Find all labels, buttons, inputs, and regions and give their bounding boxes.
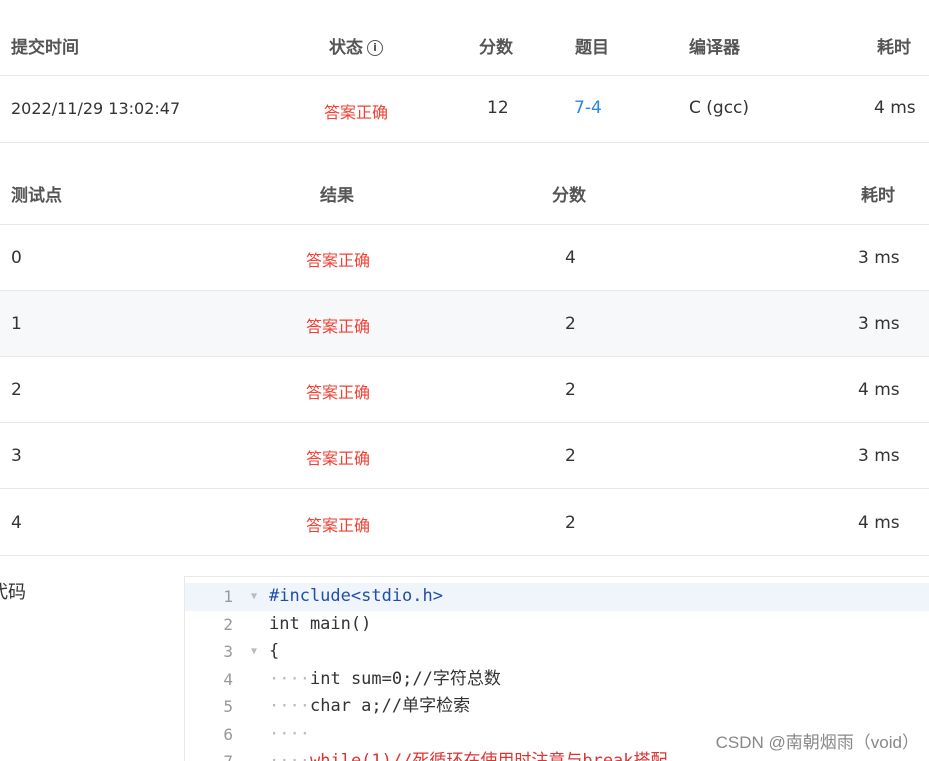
whitespace-dots: ···· — [269, 696, 310, 716]
table-row: 2 答案正确 2 4 ms — [0, 357, 929, 423]
code-text: char a;//单字检索 — [310, 696, 471, 716]
whitespace-dots: ···· — [269, 668, 310, 689]
test-score: 2 — [565, 314, 576, 334]
whitespace-dots: ···· — [269, 751, 310, 761]
table-row: 4 答案正确 2 4 ms — [0, 489, 929, 556]
header-problem: 题目 — [575, 38, 609, 58]
line-number: 2 — [223, 614, 233, 634]
table-row: 0 答案正确 4 3 ms — [0, 225, 929, 291]
test-result: 答案正确 — [306, 449, 371, 468]
code-line: 4 ···· int sum=0;//字符总数 — [185, 666, 929, 694]
test-point: 1 — [11, 314, 22, 334]
submission-header-row: 提交时间 状态 i 分数 题目 编译器 耗时 — [0, 0, 929, 76]
line-number: 6 — [223, 724, 233, 744]
code-line: 5 ···· char a;//单字检索 — [185, 693, 929, 721]
header-score: 分数 — [479, 38, 513, 58]
table-row: 1 答案正确 2 3 ms — [0, 291, 929, 357]
test-score: 4 — [565, 248, 576, 268]
fold-arrow-icon[interactable]: ▼ — [251, 583, 257, 611]
header-test-score: 分数 — [552, 186, 586, 206]
header-submit-time: 提交时间 — [11, 38, 79, 58]
test-point: 0 — [11, 248, 22, 268]
test-elapsed: 3 ms — [858, 248, 900, 268]
line-number: 5 — [223, 697, 233, 716]
test-result: 答案正确 — [306, 516, 371, 535]
line-number: 1 — [223, 587, 233, 606]
info-icon[interactable]: i — [367, 40, 383, 56]
code-line: 2 int main() — [185, 611, 929, 639]
test-point: 4 — [11, 513, 22, 533]
test-elapsed: 3 ms — [858, 314, 900, 334]
table-row: 3 答案正确 2 3 ms — [0, 423, 929, 489]
header-elapsed: 耗时 — [877, 38, 911, 58]
code-text: int main() — [269, 613, 372, 634]
problem-link[interactable]: 7-4 — [574, 98, 602, 118]
code-section-label: 代码 — [0, 582, 26, 603]
header-test-elapsed: 耗时 — [861, 186, 895, 206]
header-test-point: 测试点 — [11, 186, 62, 206]
code-text: while(1)//死循环在使用时注意与break搭配 — [310, 751, 668, 761]
line-number: 7 — [185, 748, 233, 761]
fold-arrow-icon[interactable]: ▼ — [251, 638, 257, 666]
header-compiler: 编译器 — [689, 38, 740, 58]
code-line: 1 ▼ #include<stdio.h> — [185, 583, 929, 611]
whitespace-dots: ···· — [269, 723, 310, 744]
submission-status: 答案正确 — [324, 103, 389, 122]
code-text: #include<stdio.h> — [269, 586, 443, 606]
header-status: 状态 i — [329, 33, 383, 58]
tests-header-row: 测试点 结果 分数 耗时 — [0, 143, 929, 225]
line-number: 4 — [223, 669, 233, 689]
test-result: 答案正确 — [306, 383, 371, 402]
test-elapsed: 4 ms — [858, 380, 900, 400]
test-result: 答案正确 — [306, 317, 371, 336]
line-number: 3 — [223, 642, 233, 661]
test-elapsed: 3 ms — [858, 446, 900, 466]
test-score: 2 — [565, 513, 576, 533]
code-text: { — [269, 641, 280, 661]
submission-score: 12 — [487, 98, 509, 118]
test-elapsed: 4 ms — [858, 513, 900, 533]
test-point: 3 — [11, 446, 22, 466]
header-status-label: 状态 — [329, 38, 363, 58]
code-line: 3 ▼ { — [185, 638, 929, 666]
submission-compiler: C (gcc) — [689, 98, 750, 118]
submission-elapsed: 4 ms — [874, 98, 916, 118]
submission-row: 2022/11/29 13:02:47 答案正确 12 7-4 C (gcc) … — [0, 76, 929, 143]
test-result: 答案正确 — [306, 251, 371, 270]
header-result: 结果 — [320, 186, 354, 206]
test-score: 2 — [565, 446, 576, 466]
submission-time: 2022/11/29 13:02:47 — [11, 99, 181, 118]
code-text: int sum=0;//字符总数 — [310, 668, 501, 689]
watermark: CSDN @南朝烟雨（void） — [715, 728, 919, 753]
test-score: 2 — [565, 380, 576, 400]
test-point: 2 — [11, 380, 22, 400]
